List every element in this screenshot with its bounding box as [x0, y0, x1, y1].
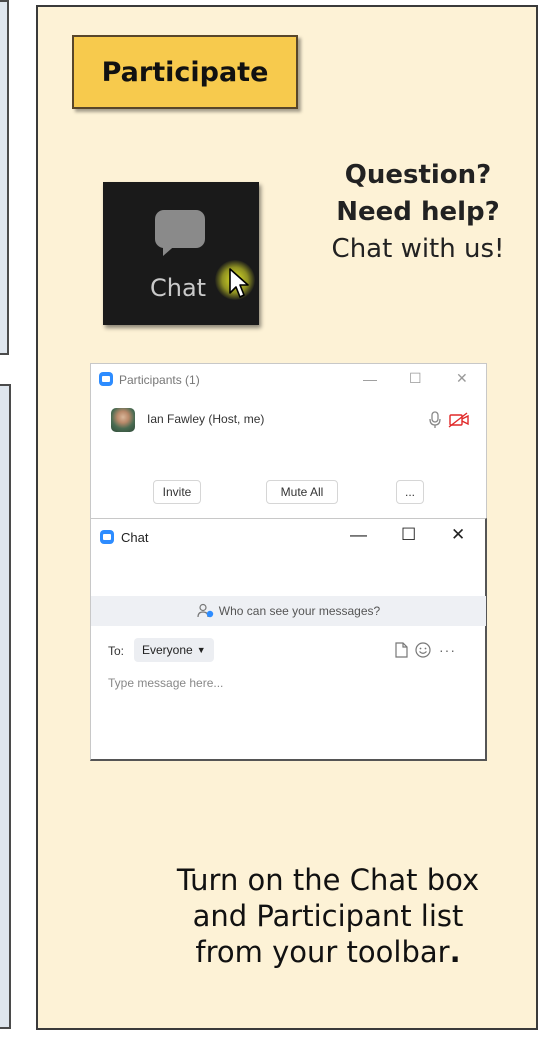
who-can-see-text: Who can see your messages? [218, 604, 381, 618]
instruction-line-1: Turn on the Chat box [176, 863, 480, 897]
participants-window: Participants (1) — ☐ ✕ Ian Fawley (Host,… [90, 363, 487, 519]
left-panel-top [0, 0, 9, 355]
more-icon[interactable]: ··· [439, 642, 456, 658]
help-text: Question? Need help? Chat with us! [283, 157, 540, 268]
chat-toolbar-thumbnail: Chat [103, 182, 259, 325]
participants-close-button[interactable]: ✕ [456, 370, 468, 387]
chat-title: Chat [121, 530, 149, 545]
help-question: Question? [344, 160, 492, 190]
emoji-icon[interactable] [415, 642, 431, 658]
chevron-down-icon: ▼ [196, 645, 206, 655]
zoom-logo-icon [100, 530, 114, 544]
mute-all-button[interactable]: Mute All [266, 480, 338, 504]
instruction-line-3-text: from your toolbar [195, 935, 450, 969]
participant-name: Ian Fawley (Host, me) [147, 412, 265, 426]
invite-button[interactable]: Invite [153, 480, 201, 504]
participants-more-button[interactable]: ... [396, 480, 424, 504]
avatar [111, 408, 135, 432]
left-panel-bottom [0, 384, 11, 1029]
recipient-value: Everyone [142, 643, 193, 657]
instruction-line-3: from your toolbar. [98, 934, 540, 970]
help-chat-with-us: Chat with us! [331, 234, 505, 264]
participate-tab: Participate [72, 35, 298, 109]
message-input[interactable] [108, 673, 408, 693]
chat-maximize-button[interactable]: ☐ [401, 525, 416, 545]
instruction-text: Turn on the Chat box and Participant lis… [98, 862, 540, 970]
chat-window: Chat — ☐ ✕ Who can see your messages? To… [90, 518, 487, 761]
instruction-line-2: and Participant list [192, 899, 464, 933]
cursor-arrow-icon [229, 268, 249, 298]
chat-minimize-button[interactable]: — [350, 525, 367, 545]
chat-bubble-tail [163, 242, 179, 256]
to-label: To: [108, 644, 125, 658]
who-can-see-bar[interactable]: Who can see your messages? [91, 596, 486, 626]
chat-close-button[interactable]: ✕ [451, 525, 465, 545]
microphone-icon[interactable] [428, 410, 442, 430]
chat-toolbar-label: Chat [150, 274, 207, 302]
instruction-period: . [449, 935, 461, 969]
file-icon[interactable] [394, 642, 408, 658]
participants-maximize-button[interactable]: ☐ [409, 370, 422, 387]
video-off-icon[interactable] [448, 411, 470, 429]
people-icon [197, 603, 213, 618]
participants-title: Participants (1) [119, 373, 200, 387]
help-need-help: Need help? [336, 197, 500, 227]
recipient-select[interactable]: Everyone ▼ [134, 638, 214, 662]
participants-minimize-button[interactable]: — [363, 371, 377, 387]
zoom-logo-icon [99, 372, 113, 386]
